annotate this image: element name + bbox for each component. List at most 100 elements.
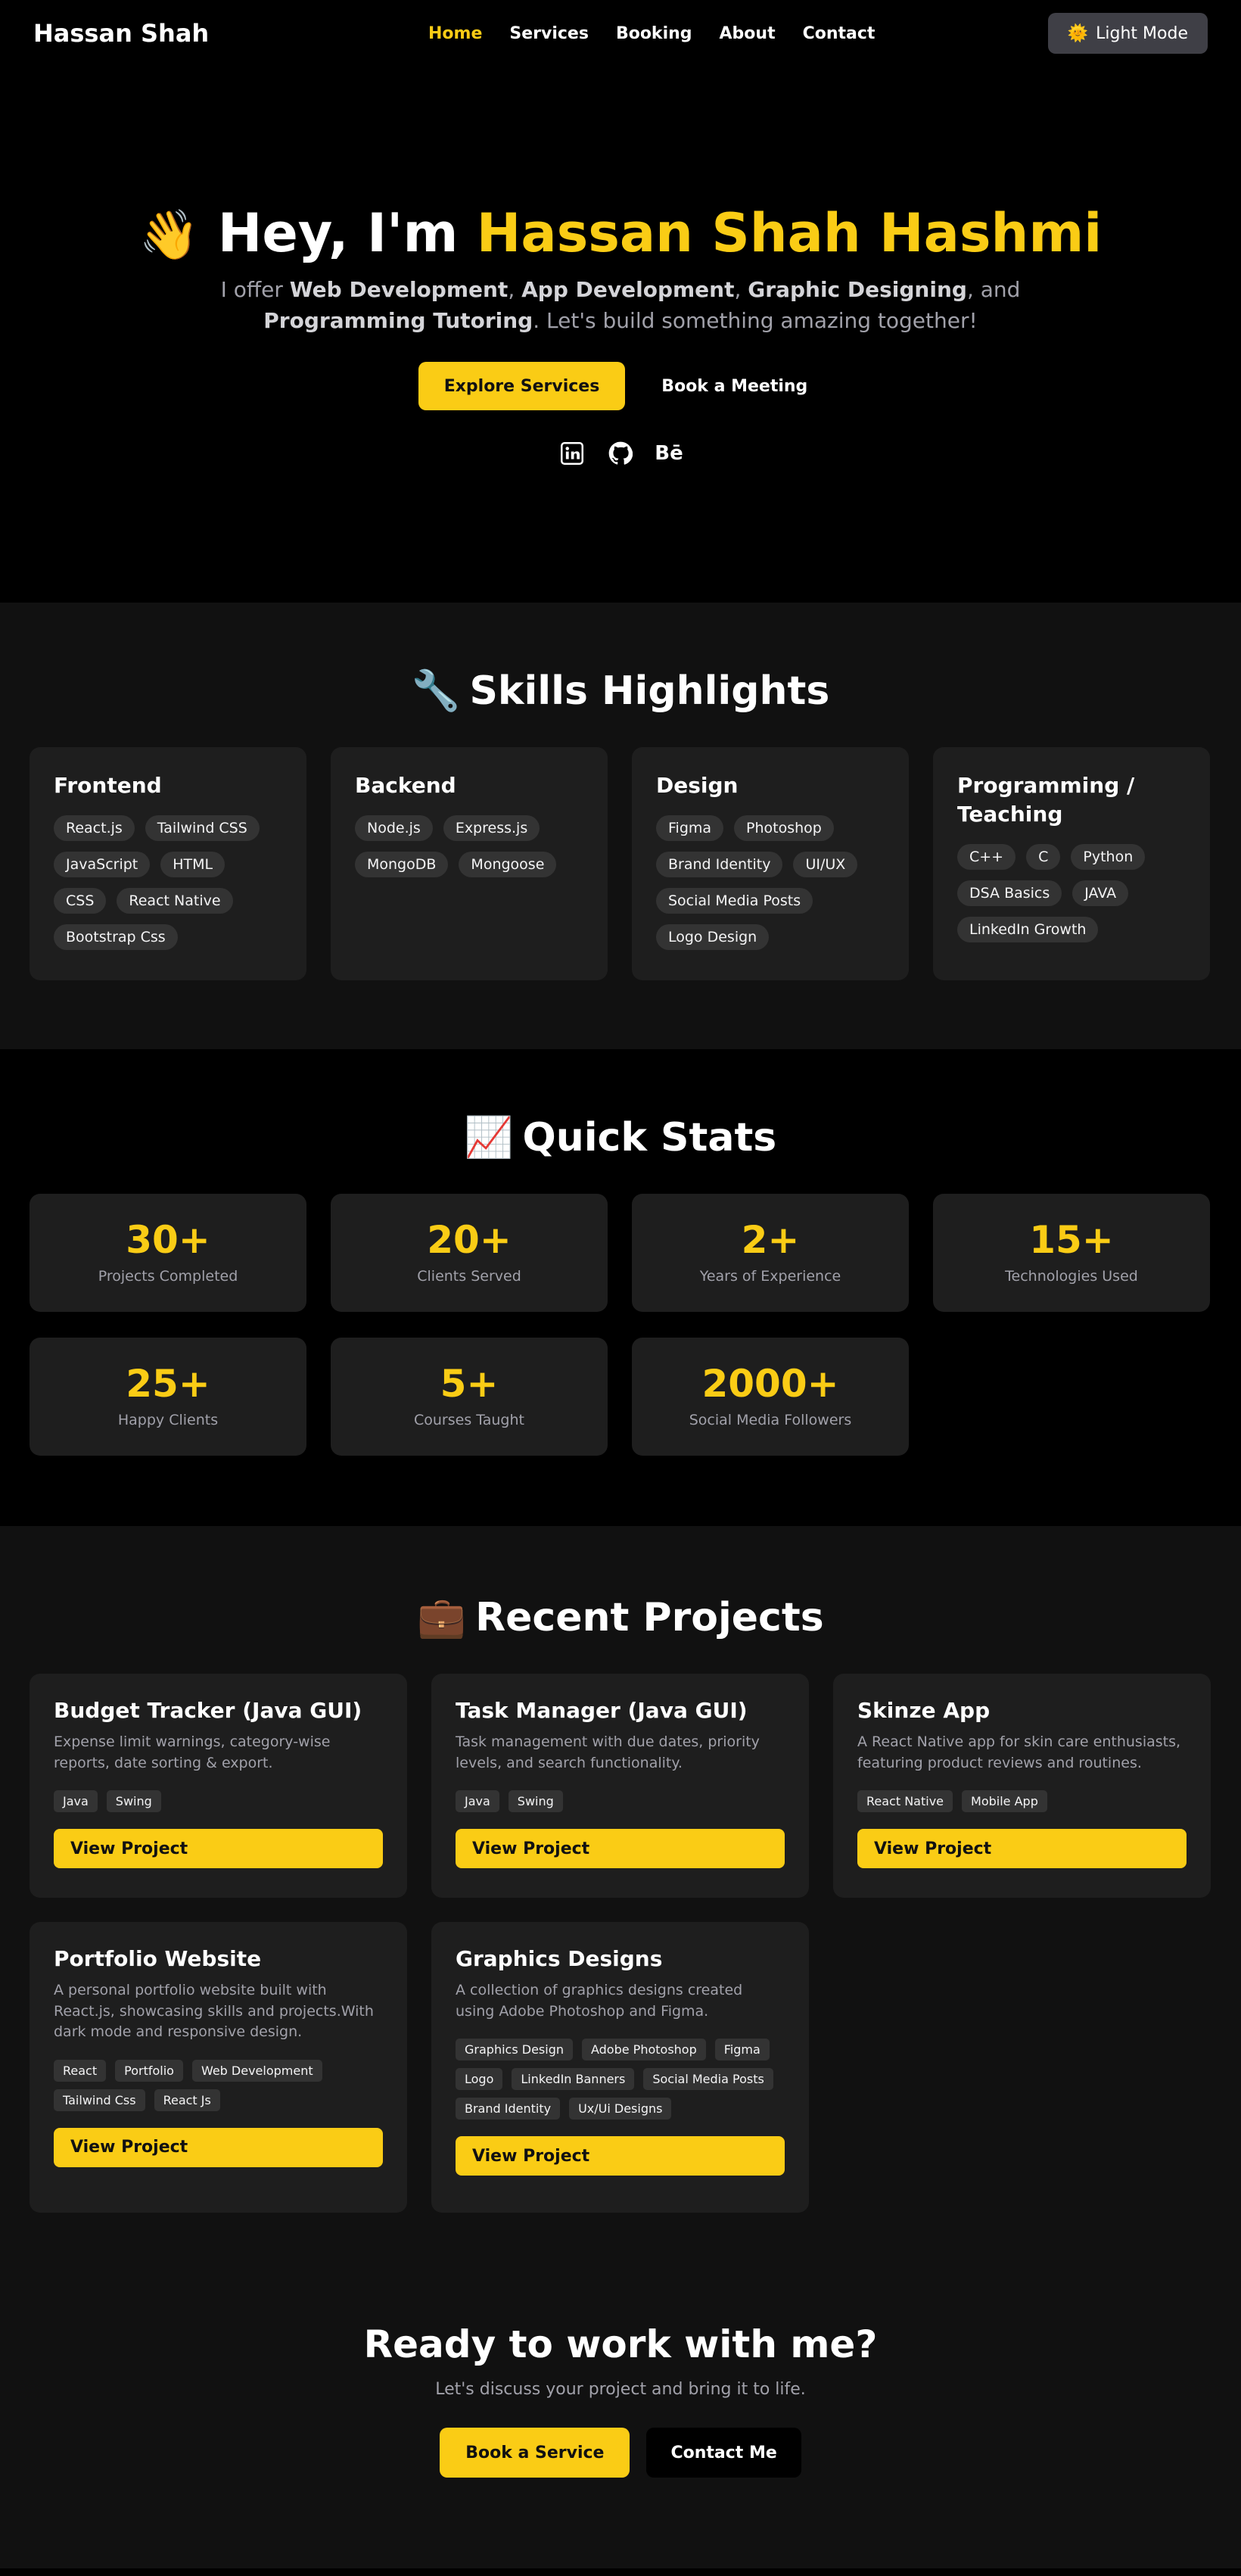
skill-card-title: Frontend xyxy=(54,773,162,798)
nav-links: Home Services Booking About Contact xyxy=(428,24,875,43)
brand-logo[interactable]: Hassan Shah xyxy=(33,19,209,48)
skill-tags: Figma Photoshop Brand Identity UI/UX Social … xyxy=(656,815,885,950)
project-title: Skinze App xyxy=(857,1698,991,1723)
project-description: Task management with due dates, priority… xyxy=(456,1733,760,1771)
stat-value: 15+ xyxy=(1029,1218,1114,1262)
stat-value: 25+ xyxy=(126,1362,210,1406)
stat-value: 30+ xyxy=(126,1218,210,1262)
behance-icon[interactable]: Bē xyxy=(655,441,683,466)
view-project-button[interactable]: View Project xyxy=(54,2127,383,2167)
stat-label: Projects Completed xyxy=(98,1268,238,1285)
github-icon[interactable] xyxy=(608,441,633,466)
skill-tag: CSS xyxy=(54,887,107,914)
skill-tag: Python xyxy=(1071,843,1146,870)
skill-tag: Figma xyxy=(656,815,724,841)
project-description: A personal portfolio website built with … xyxy=(54,1982,374,2041)
navbar: Hassan Shah Home Services Booking About … xyxy=(0,0,1241,67)
project-tag: React Native xyxy=(857,1790,953,1813)
hero-sep: , xyxy=(734,277,748,302)
social-links: Bē xyxy=(0,441,1241,466)
stats-title: 📈 Quick Stats xyxy=(0,1114,1241,1160)
skill-tag: JAVA xyxy=(1072,880,1129,906)
skill-tag: Photoshop xyxy=(734,815,834,841)
project-tag: Graphics Design xyxy=(456,2039,573,2061)
skills-grid: Frontend React.js Tailwind CSS JavaScript HT… xyxy=(0,747,1241,980)
stat-value: 5+ xyxy=(440,1362,499,1406)
skill-tag: C xyxy=(1026,843,1061,870)
projects-grid: Budget Tracker (Java GUI) Expense limit w… xyxy=(0,1674,1241,2213)
stat-card: 20+ Clients Served xyxy=(331,1194,608,1312)
project-tag: Web Development xyxy=(191,2059,322,2082)
project-tag: Brand Identity xyxy=(456,2098,561,2120)
stat-label: Technologies Used xyxy=(1005,1268,1138,1285)
project-tags: Java Swing xyxy=(456,1790,785,1813)
project-tag: React xyxy=(54,2059,107,2082)
book-meeting-button[interactable]: Book a Meeting xyxy=(646,362,823,410)
cta-section: Ready to work with me? Let's discuss you… xyxy=(0,2275,1241,2568)
explore-services-button[interactable]: Explore Services xyxy=(418,362,626,411)
service-app-dev: App Development xyxy=(521,277,735,302)
project-title: Portfolio Website xyxy=(54,1946,262,1971)
contact-me-button[interactable]: Contact Me xyxy=(646,2428,801,2478)
project-tag: Social Media Posts xyxy=(643,2068,773,2091)
hero-outro: . Let's build something amazing together… xyxy=(533,307,978,333)
project-tags: React Portfolio Web Development Tailwind Cs… xyxy=(54,2059,383,2111)
skill-tag: Bootstrap Css xyxy=(54,924,178,950)
skill-tag: Social Media Posts xyxy=(656,887,813,914)
wrench-icon: 🔧 xyxy=(411,668,461,714)
project-description: Expense limit warnings, category-wise re… xyxy=(54,1733,331,1771)
stat-label: Years of Experience xyxy=(699,1268,841,1285)
stat-value: 2000+ xyxy=(701,1362,839,1406)
project-tag: Java xyxy=(54,1790,98,1813)
waving-hand-icon: 👋 xyxy=(138,207,200,263)
skill-card-title: Design xyxy=(656,773,739,798)
skill-tag: Tailwind CSS xyxy=(145,815,260,841)
skill-tag: React Native xyxy=(117,887,233,914)
skill-tags: Node.js Express.js MongoDB Mongoose xyxy=(355,815,583,877)
stat-label: Courses Taught xyxy=(414,1412,524,1428)
skill-card-title: Programming / Teaching xyxy=(957,773,1135,827)
hero-intro-prefix: I offer xyxy=(220,277,283,302)
nav-link-home[interactable]: Home xyxy=(428,24,482,43)
stat-card: 25+ Happy Clients xyxy=(30,1338,306,1456)
theme-toggle-button[interactable]: 🌞 Light Mode xyxy=(1047,13,1208,54)
skill-tag: UI/UX xyxy=(793,851,858,877)
project-tag: React Js xyxy=(154,2089,220,2111)
nav-link-booking[interactable]: Booking xyxy=(616,24,692,43)
stats-section: 📈 Quick Stats 30+ Projects Completed 20+ Cli… xyxy=(0,1049,1241,1526)
skills-title-text: Skills Highlights xyxy=(469,668,830,714)
view-project-button[interactable]: View Project xyxy=(456,2136,785,2176)
projects-title: 💼 Recent Projects xyxy=(0,1594,1241,1640)
project-tags: Java Swing xyxy=(54,1790,383,1813)
theme-toggle-label: Light Mode xyxy=(1096,23,1188,43)
sun-icon: 🌞 xyxy=(1067,23,1089,43)
hero-section: 👋 Hey, I'm Hassan Shah Hashmi I offer We… xyxy=(0,67,1241,603)
cta-subtitle: Let's discuss your project and bring it … xyxy=(435,2380,806,2399)
project-tag: Swing xyxy=(106,1790,161,1813)
view-project-button[interactable]: View Project xyxy=(456,1829,785,1869)
project-tags: Graphics Design Adobe Photoshop Figma Logo L… xyxy=(456,2039,785,2120)
project-tag: Adobe Photoshop xyxy=(581,2039,706,2061)
linkedin-icon[interactable] xyxy=(559,441,585,466)
stats-title-text: Quick Stats xyxy=(522,1115,777,1160)
stats-grid: 30+ Projects Completed 20+ Clients Served 2+… xyxy=(0,1194,1241,1456)
nav-link-services[interactable]: Services xyxy=(509,24,589,43)
briefcase-icon: 💼 xyxy=(417,1595,467,1640)
stat-value: 2+ xyxy=(741,1218,800,1262)
skill-card: Design Figma Photoshop Brand Identity UI/UX S… xyxy=(632,747,909,980)
hero-sep: , xyxy=(508,277,522,302)
stat-card: 2000+ Social Media Followers xyxy=(632,1338,909,1456)
book-service-button[interactable]: Book a Service xyxy=(440,2428,630,2478)
nav-link-about[interactable]: About xyxy=(720,24,776,43)
hero-greeting: Hey, I'm xyxy=(217,202,459,264)
project-title: Graphics Designs xyxy=(456,1946,663,1971)
stat-label: Happy Clients xyxy=(117,1412,219,1428)
skill-tag: DSA Basics xyxy=(957,880,1062,906)
nav-link-contact[interactable]: Contact xyxy=(803,24,876,43)
skills-section: 🔧 Skills Highlights Frontend React.js Tailw… xyxy=(0,603,1241,1049)
project-title: Task Manager (Java GUI) xyxy=(456,1698,748,1723)
view-project-button[interactable]: View Project xyxy=(54,1829,383,1869)
stat-value: 20+ xyxy=(427,1218,512,1262)
chart-increasing-icon: 📈 xyxy=(464,1115,514,1160)
view-project-button[interactable]: View Project xyxy=(857,1829,1187,1869)
